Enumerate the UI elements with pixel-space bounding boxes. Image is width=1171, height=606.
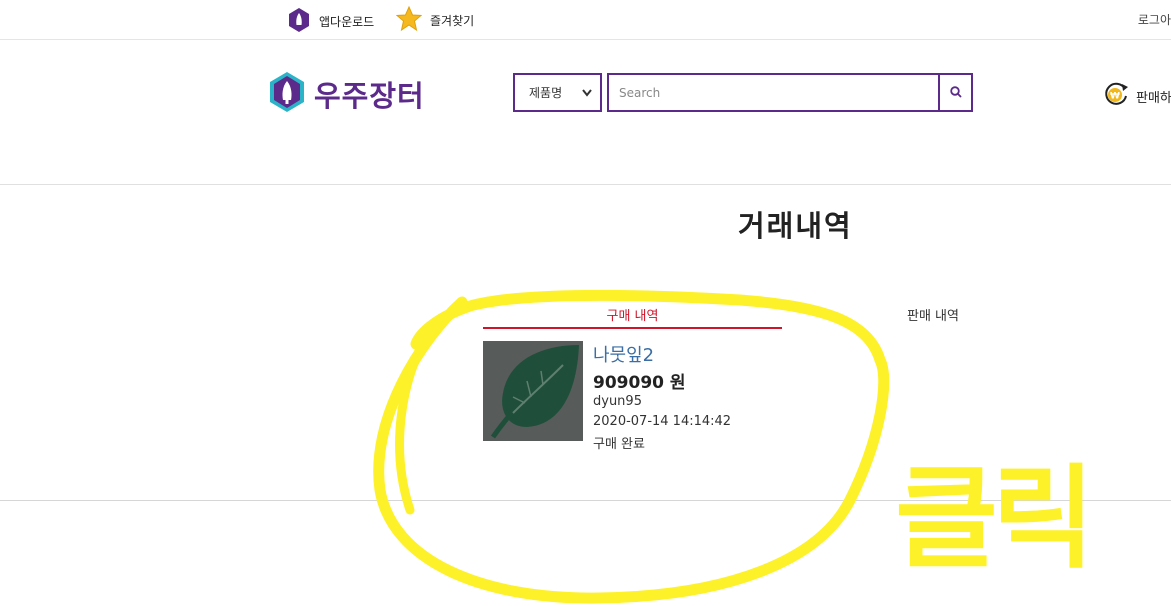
search-input[interactable]: [607, 73, 940, 112]
handwritten-click-annotation: 클릭: [895, 454, 1095, 584]
rocket-hex-icon: [287, 7, 311, 36]
svg-text:₩: ₩: [1110, 92, 1120, 102]
sell-link[interactable]: ₩ 판매하: [1103, 81, 1171, 111]
item-date: 2020-07-14 14:14:42: [593, 414, 732, 429]
logo[interactable]: 우주장터: [268, 71, 425, 117]
app-download-label: 앱다운로드: [319, 15, 375, 29]
item-thumbnail[interactable]: [483, 341, 583, 441]
item-name-link[interactable]: 나뭇잎2: [593, 341, 654, 367]
star-icon: [395, 5, 423, 35]
won-cycle-icon: ₩: [1103, 81, 1129, 111]
item-price: 909090 원: [593, 373, 686, 393]
chevron-down-icon: [582, 86, 592, 100]
tab-purchase-history[interactable]: 구매 내역: [483, 305, 782, 329]
sell-label: 판매하: [1136, 90, 1171, 106]
logo-text: 우주장터: [314, 79, 425, 113]
favorites-label: 즐겨찾기: [430, 14, 475, 28]
rocket-logo-icon: [268, 71, 306, 117]
login-link[interactable]: 로그아: [1138, 11, 1171, 28]
item-status: 구매 완료: [593, 437, 645, 452]
tab-sales-history[interactable]: 판매 내역: [907, 305, 959, 324]
search-icon: [949, 83, 962, 102]
favorites-link[interactable]: 즐겨찾기: [395, 5, 475, 35]
app-download-link[interactable]: 앱다운로드: [287, 7, 374, 36]
header-divider: [0, 184, 1171, 185]
category-selected: 제품명: [529, 86, 563, 100]
item-seller: dyun95: [593, 394, 642, 409]
search-button[interactable]: [938, 73, 973, 112]
category-select[interactable]: 제품명: [513, 73, 602, 112]
top-bar: [0, 0, 1171, 40]
page-title: 거래내역: [738, 209, 853, 243]
leaf-icon: [483, 341, 583, 441]
